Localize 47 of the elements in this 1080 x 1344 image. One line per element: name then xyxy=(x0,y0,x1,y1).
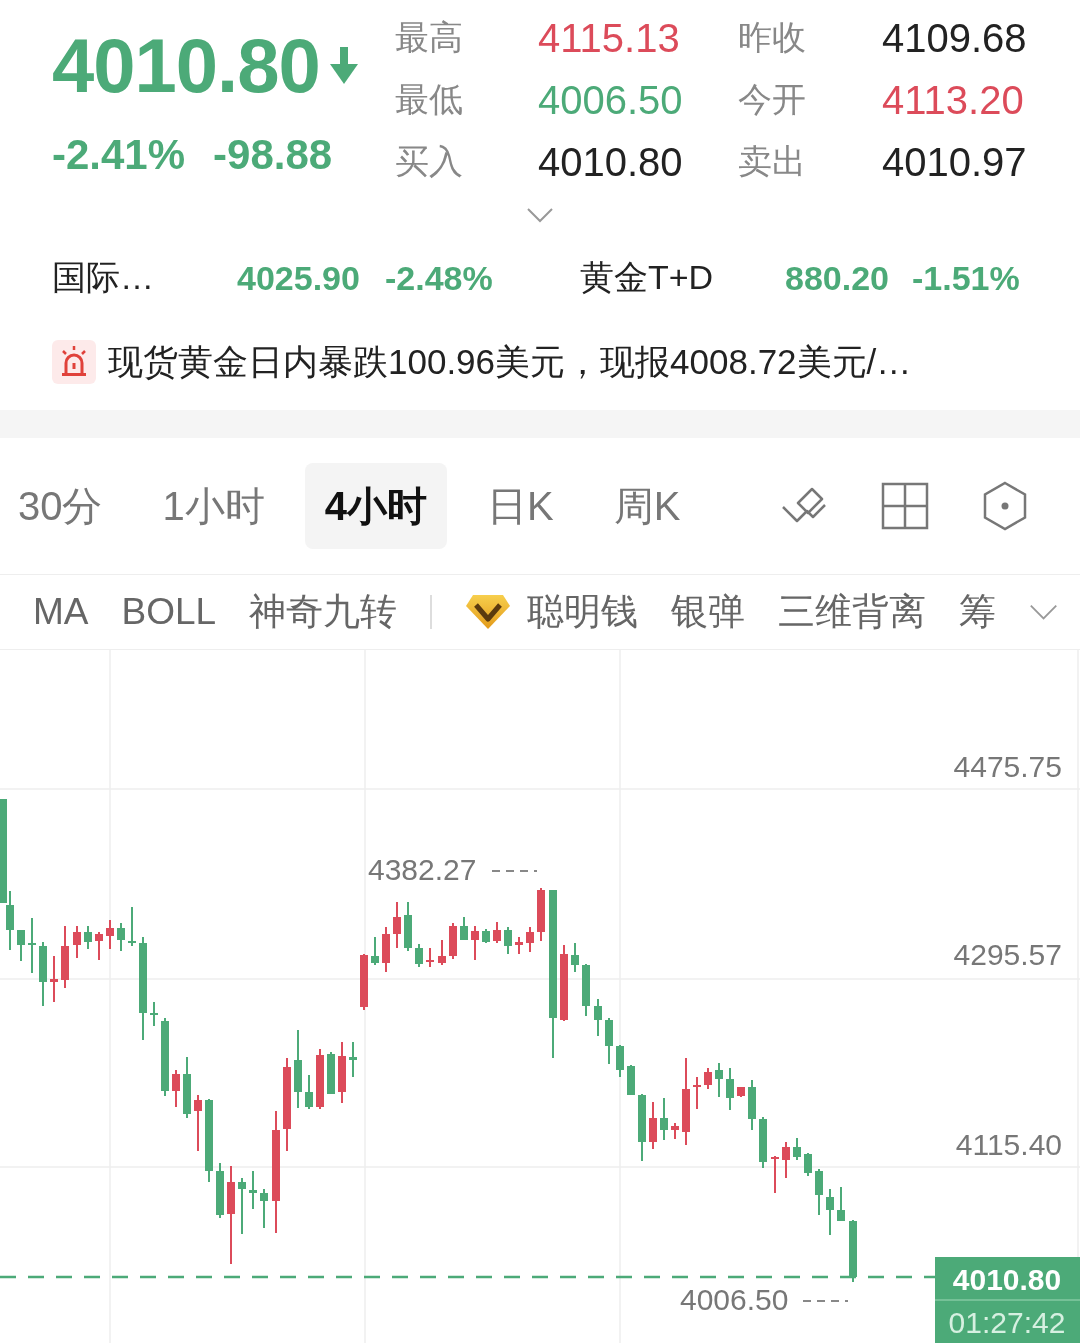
stat-value: 4115.13 xyxy=(538,15,680,61)
stat-value: 4109.68 xyxy=(882,15,1027,61)
stat-value: 4010.80 xyxy=(538,139,683,185)
period-tab[interactable]: 周K xyxy=(593,463,701,549)
indicator-tab[interactable]: MA xyxy=(33,591,89,633)
market-change: -1.51% xyxy=(912,258,1020,298)
market-change: -2.48% xyxy=(385,258,493,298)
stat-value: 4113.20 xyxy=(882,77,1024,123)
stat-value: 4006.50 xyxy=(538,77,683,123)
high-price-label: 4382.27 xyxy=(368,853,477,886)
period-tab[interactable]: 1小时 xyxy=(142,463,285,549)
period-tab[interactable]: 4小时 xyxy=(304,463,447,549)
high-marker-line xyxy=(491,870,538,872)
y-axis-label: 4115.40 xyxy=(955,1128,1062,1161)
stat-label: 昨收 xyxy=(738,17,806,58)
period-tab[interactable]: 日K xyxy=(467,463,574,549)
stat-label: 最低 xyxy=(395,79,463,120)
news-headline[interactable]: 现货黄金日内暴跌100.96美元，现报4008.72美元/… xyxy=(108,338,912,386)
stat-label: 今开 xyxy=(738,79,806,120)
indicator-tab[interactable]: BOLL xyxy=(121,591,217,633)
indicator-tab[interactable]: 筹 xyxy=(958,587,996,637)
indicator-tab[interactable]: 三维背离 xyxy=(777,587,926,637)
market-price: 4025.90 xyxy=(237,258,360,298)
low-marker-line xyxy=(802,1300,849,1302)
market-price: 880.20 xyxy=(785,258,889,298)
grid-icon[interactable] xyxy=(880,481,930,531)
indicator-tab[interactable]: 神奇九转 xyxy=(249,587,398,637)
chevron-down-icon[interactable] xyxy=(1028,603,1058,621)
stat-value: 4010.97 xyxy=(882,139,1027,185)
period-tab[interactable]: 30分 xyxy=(0,463,123,549)
tag-price: 4010.80 xyxy=(952,1263,1062,1296)
indicator-tab[interactable]: 聪明钱 xyxy=(464,587,638,637)
change-percent: -2.41% xyxy=(52,131,186,179)
stat-label: 最高 xyxy=(395,17,463,58)
stat-label: 买入 xyxy=(395,141,463,182)
market-name[interactable]: 国际… xyxy=(52,255,154,301)
y-axis-label: 4295.57 xyxy=(953,938,1062,971)
market-name[interactable]: 黄金T+D xyxy=(580,255,714,301)
low-price-label: 4006.50 xyxy=(680,1283,789,1316)
countdown-timer: 01:27:42 xyxy=(948,1306,1066,1339)
indicator-tab[interactable]: 银弹 xyxy=(670,587,745,637)
price-change: -98.88 xyxy=(213,131,333,179)
chevron-down-icon[interactable] xyxy=(526,206,554,223)
last-price: 4010.80 xyxy=(52,22,320,110)
stat-label: 卖出 xyxy=(738,141,806,182)
siren-icon xyxy=(52,340,96,384)
y-axis-label: 4475.75 xyxy=(953,750,1062,783)
